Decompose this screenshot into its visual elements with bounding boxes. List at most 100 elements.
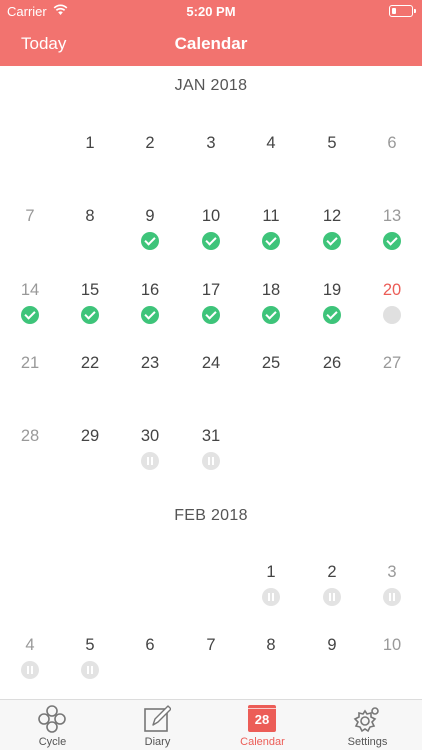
calendar-day[interactable]: 20 (362, 281, 422, 351)
calendar-day[interactable]: 18 (241, 281, 301, 351)
tab-settings[interactable]: Settings (315, 700, 420, 750)
calendar-day[interactable]: 7 (181, 636, 241, 706)
calendar-day[interactable]: 2 (120, 134, 180, 204)
tab-label: Diary (144, 736, 171, 748)
calendar-day[interactable]: 2 (302, 563, 362, 633)
calendar-day[interactable]: 13 (362, 207, 422, 277)
calendar-day[interactable]: 8 (241, 636, 301, 706)
calendar-day[interactable]: 7 (0, 207, 60, 277)
day-number: 16 (140, 281, 160, 299)
day-number: 19 (322, 281, 342, 299)
day-number: 9 (327, 636, 337, 654)
calendar-day[interactable]: 21 (0, 354, 60, 424)
day-number: 23 (140, 354, 160, 372)
day-number: 26 (322, 354, 342, 372)
calendar-day[interactable]: 4 (0, 636, 60, 706)
day-number: 2 (327, 563, 337, 581)
checkmark-icon (262, 306, 280, 324)
calendar-day[interactable]: 9 (302, 636, 362, 706)
pause-icon (202, 452, 220, 470)
checkmark-icon (262, 232, 280, 250)
calendar-day[interactable]: 1 (60, 134, 120, 204)
calendar-day[interactable]: 27 (362, 354, 422, 424)
calendar-day[interactable]: 5 (302, 134, 362, 204)
calendar-day[interactable]: 25 (241, 354, 301, 424)
day-number: 27 (382, 354, 402, 372)
calendar-day[interactable]: 4 (241, 134, 301, 204)
day-number: 14 (20, 281, 40, 299)
today-button[interactable]: Today (21, 34, 66, 54)
settings-icon (353, 707, 379, 733)
checkmark-icon (202, 306, 220, 324)
checkmark-icon (202, 232, 220, 250)
day-number: 11 (262, 207, 280, 225)
day-number: 4 (25, 636, 35, 654)
calendar-day[interactable]: 3 (362, 563, 422, 633)
calendar-day[interactable]: 1 (241, 563, 301, 633)
calendar-day[interactable]: 8 (60, 207, 120, 277)
checkmark-icon (323, 306, 341, 324)
calendar-day[interactable]: 30 (120, 427, 180, 497)
calendar-day[interactable]: 6 (120, 636, 180, 706)
day-number: 29 (80, 427, 100, 445)
battery-icon (389, 5, 416, 17)
calendar-day[interactable]: 16 (120, 281, 180, 351)
tab-bar: Cycle Diary 28 Calendar Settings (0, 699, 422, 750)
day-number: 21 (20, 354, 40, 372)
calendar-day[interactable]: 29 (60, 427, 120, 497)
calendar-day[interactable]: 28 (0, 427, 60, 497)
day-number: 18 (261, 281, 281, 299)
calendar-day[interactable]: 3 (181, 134, 241, 204)
calendar-day[interactable]: 10 (181, 207, 241, 277)
tab-cycle[interactable]: Cycle (0, 700, 105, 750)
day-number: 7 (206, 636, 216, 654)
checkmark-icon (81, 306, 99, 324)
calendar-day[interactable]: 23 (120, 354, 180, 424)
day-number: 3 (206, 134, 216, 152)
day-number: 10 (382, 636, 402, 654)
calendar-day[interactable]: 10 (362, 636, 422, 706)
calendar-day[interactable]: 6 (362, 134, 422, 204)
day-number: 9 (145, 207, 155, 225)
tab-calendar[interactable]: 28 Calendar (210, 700, 315, 750)
day-number: 6 (145, 636, 155, 654)
day-number: 30 (140, 427, 160, 445)
calendar-day[interactable]: 17 (181, 281, 241, 351)
day-number: 4 (266, 134, 276, 152)
pause-icon (323, 588, 341, 606)
day-number: 10 (201, 207, 221, 225)
month-title: JAN 2018 (174, 77, 248, 94)
calendar-day[interactable]: 31 (181, 427, 241, 497)
calendar-day[interactable]: 9 (120, 207, 180, 277)
day-number: 5 (85, 636, 95, 654)
day-number: 15 (80, 281, 100, 299)
day-number: 20 (382, 281, 402, 299)
checkmark-icon (323, 232, 341, 250)
day-number: 17 (201, 281, 221, 299)
calendar-day[interactable]: 19 (302, 281, 362, 351)
day-number: 8 (85, 207, 95, 225)
calendar-day[interactable]: 12 (302, 207, 362, 277)
day-number: 7 (25, 207, 35, 225)
tab-label: Calendar (240, 736, 285, 748)
calendar-icon: 28 (248, 705, 276, 732)
tab-diary[interactable]: Diary (105, 700, 210, 750)
cycle-icon (38, 705, 66, 733)
checkmark-icon (21, 306, 39, 324)
day-number: 13 (382, 207, 402, 225)
calendar-day[interactable]: 14 (0, 281, 60, 351)
day-number: 22 (80, 354, 100, 372)
checkmark-icon (141, 306, 159, 324)
calendar-day[interactable]: 11 (241, 207, 301, 277)
nav-bar: Carrier 5:20 PM Today Calendar (0, 0, 422, 66)
status-bar: Carrier 5:20 PM (0, 0, 422, 22)
calendar-day[interactable]: 5 (60, 636, 120, 706)
calendar-day[interactable]: 22 (60, 354, 120, 424)
calendar-day[interactable]: 26 (302, 354, 362, 424)
status-time: 5:20 PM (186, 4, 236, 19)
calendar-day[interactable]: 15 (60, 281, 120, 351)
day-number: 24 (201, 354, 221, 372)
calendar-day[interactable]: 24 (181, 354, 241, 424)
tab-label: Cycle (38, 736, 67, 748)
checkmark-icon (141, 232, 159, 250)
